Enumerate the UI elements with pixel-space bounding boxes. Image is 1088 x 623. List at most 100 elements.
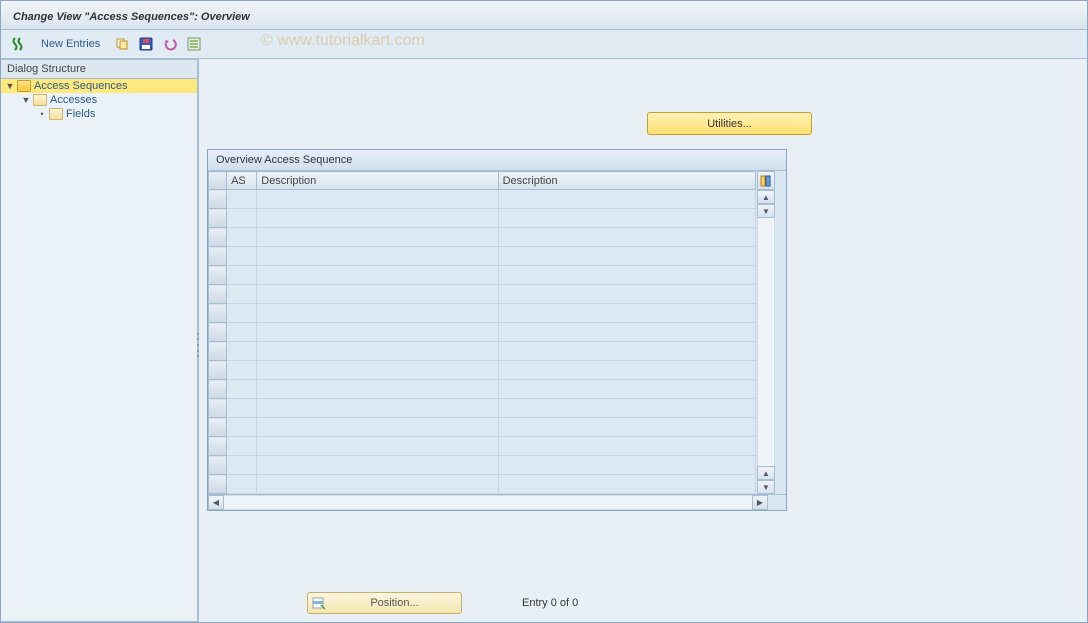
table-cell[interactable] — [257, 380, 498, 399]
table-cell[interactable] — [498, 190, 755, 209]
row-handle[interactable] — [209, 380, 227, 399]
row-handle[interactable] — [209, 247, 227, 266]
table-cell[interactable] — [498, 266, 755, 285]
table-cell[interactable] — [257, 190, 498, 209]
table-cell[interactable] — [498, 209, 755, 228]
table-row[interactable] — [209, 285, 756, 304]
col-description1[interactable]: Description — [257, 172, 498, 190]
row-handle[interactable] — [209, 399, 227, 418]
table-cell[interactable] — [257, 285, 498, 304]
table-cell[interactable] — [227, 380, 257, 399]
table-cell[interactable] — [498, 247, 755, 266]
table-row[interactable] — [209, 399, 756, 418]
row-handle[interactable] — [209, 323, 227, 342]
row-handle[interactable] — [209, 418, 227, 437]
copy-icon[interactable] — [112, 34, 132, 54]
scroll-down-button-bottom[interactable]: ▼ — [757, 480, 775, 494]
table-cell[interactable] — [498, 399, 755, 418]
row-handle[interactable] — [209, 342, 227, 361]
table-cell[interactable] — [257, 475, 498, 494]
scroll-up-button-bottom[interactable]: ▲ — [757, 466, 775, 480]
scroll-up-button[interactable]: ▲ — [757, 190, 775, 204]
table-cell[interactable] — [227, 266, 257, 285]
table-cell[interactable] — [498, 475, 755, 494]
table-cell[interactable] — [257, 209, 498, 228]
table-cell[interactable] — [227, 247, 257, 266]
vscroll-track[interactable] — [757, 218, 775, 466]
resize-handle[interactable] — [195, 331, 200, 359]
table-cell[interactable] — [498, 418, 755, 437]
scroll-down-button[interactable]: ▼ — [757, 204, 775, 218]
table-row[interactable] — [209, 418, 756, 437]
col-description2[interactable]: Description — [498, 172, 755, 190]
row-select-header[interactable] — [209, 172, 227, 190]
table-cell[interactable] — [257, 361, 498, 380]
table-cell[interactable] — [498, 456, 755, 475]
table-cell[interactable] — [227, 323, 257, 342]
table-row[interactable] — [209, 342, 756, 361]
tree-node-access-sequences[interactable]: ▼ Access Sequences — [1, 79, 197, 93]
table-row[interactable] — [209, 456, 756, 475]
table-cell[interactable] — [227, 342, 257, 361]
hscroll-right-button[interactable]: ▶ — [752, 495, 768, 510]
table-cell[interactable] — [257, 323, 498, 342]
toggle-icon[interactable] — [9, 34, 29, 54]
table-cell[interactable] — [257, 418, 498, 437]
table-row[interactable] — [209, 209, 756, 228]
table-cell[interactable] — [498, 323, 755, 342]
table-cell[interactable] — [498, 285, 755, 304]
table-row[interactable] — [209, 266, 756, 285]
table-cell[interactable] — [227, 475, 257, 494]
hscroll-left-button[interactable]: ◀ — [208, 495, 224, 510]
table-cell[interactable] — [498, 304, 755, 323]
table-cell[interactable] — [498, 380, 755, 399]
table-row[interactable] — [209, 323, 756, 342]
table-row[interactable] — [209, 361, 756, 380]
table-cell[interactable] — [227, 361, 257, 380]
row-handle[interactable] — [209, 361, 227, 380]
table-cell[interactable] — [227, 209, 257, 228]
table-row[interactable] — [209, 247, 756, 266]
table-cell[interactable] — [257, 304, 498, 323]
row-handle[interactable] — [209, 228, 227, 247]
row-handle[interactable] — [209, 304, 227, 323]
table-cell[interactable] — [257, 228, 498, 247]
save-icon[interactable] — [136, 34, 156, 54]
col-as[interactable]: AS — [227, 172, 257, 190]
table-row[interactable] — [209, 475, 756, 494]
table-cell[interactable] — [227, 437, 257, 456]
table-cell[interactable] — [257, 342, 498, 361]
table-row[interactable] — [209, 304, 756, 323]
table-cell[interactable] — [227, 304, 257, 323]
table-cell[interactable] — [257, 266, 498, 285]
table-cell[interactable] — [227, 285, 257, 304]
new-entries-button[interactable]: New Entries — [33, 36, 108, 52]
row-handle[interactable] — [209, 190, 227, 209]
select-all-icon[interactable] — [184, 34, 204, 54]
utilities-button[interactable]: Utilities... — [647, 112, 812, 135]
table-cell[interactable] — [257, 437, 498, 456]
tree-toggle-icon[interactable]: ▼ — [21, 95, 31, 105]
table-row[interactable] — [209, 380, 756, 399]
row-handle[interactable] — [209, 456, 227, 475]
tree-node-fields[interactable]: • Fields — [1, 107, 197, 121]
table-cell[interactable] — [498, 437, 755, 456]
table-cell[interactable] — [498, 342, 755, 361]
table-row[interactable] — [209, 437, 756, 456]
table-cell[interactable] — [227, 190, 257, 209]
table-cell[interactable] — [257, 456, 498, 475]
table-cell[interactable] — [227, 228, 257, 247]
table-cell[interactable] — [227, 456, 257, 475]
hscroll-track[interactable] — [224, 495, 752, 510]
tree-node-accesses[interactable]: ▼ Accesses — [1, 93, 197, 107]
table-cell[interactable] — [498, 361, 755, 380]
table-row[interactable] — [209, 228, 756, 247]
table-cell[interactable] — [227, 418, 257, 437]
table-cell[interactable] — [257, 247, 498, 266]
row-handle[interactable] — [209, 266, 227, 285]
position-button[interactable]: Position... — [307, 592, 462, 614]
table-cell[interactable] — [257, 399, 498, 418]
table-row[interactable] — [209, 190, 756, 209]
table-cell[interactable] — [227, 399, 257, 418]
table-config-icon[interactable] — [757, 171, 775, 190]
